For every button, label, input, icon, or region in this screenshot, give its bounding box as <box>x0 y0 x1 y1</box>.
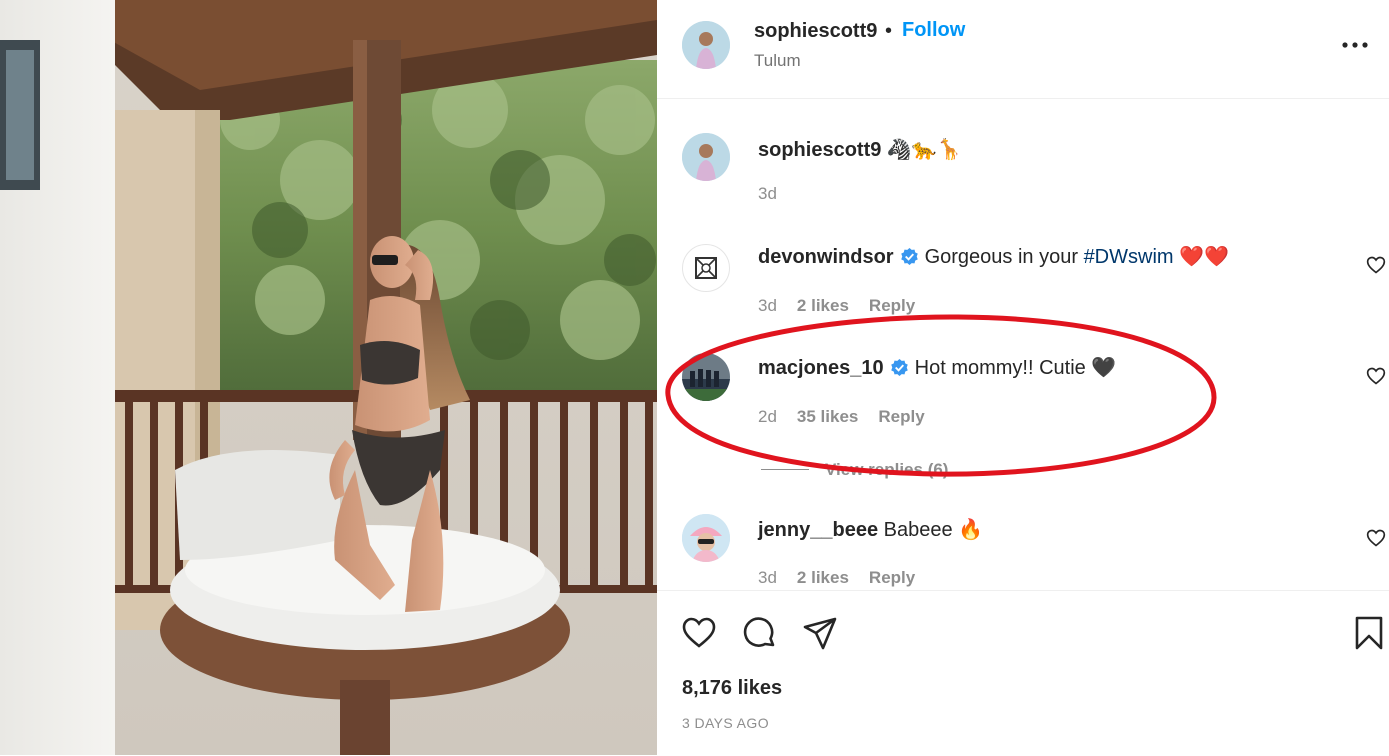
comment-likes[interactable]: 2 likes <box>797 296 849 315</box>
post-image <box>0 0 657 755</box>
post-header: sophiescott9 • Follow Tulum <box>657 0 1389 99</box>
comment-line: macjones_10 Hot mommy!! Cutie 🖤 <box>758 355 1116 380</box>
comment-username[interactable]: macjones_10 <box>758 357 884 379</box>
comment-text-part: ❤️❤️ <box>1173 246 1229 268</box>
reply-button[interactable]: Reply <box>878 407 924 426</box>
hashtag-link[interactable]: #DWswim <box>1084 246 1174 268</box>
caption-avatar[interactable] <box>682 133 730 181</box>
comment-icon[interactable] <box>742 615 778 651</box>
comments-list[interactable]: sophiescott9 🦓🐆🦒 3d devonwindsor Gorgeous… <box>657 99 1389 590</box>
comment-avatar[interactable] <box>682 514 730 562</box>
comment-time[interactable]: 2d <box>758 407 777 426</box>
comment-meta: 3d 2 likes Reply <box>758 568 915 588</box>
comment-avatar[interactable] <box>682 353 730 401</box>
author-username[interactable]: sophiescott9 <box>754 20 877 43</box>
bookmark-icon[interactable] <box>1351 615 1387 651</box>
reply-button[interactable]: Reply <box>869 568 915 587</box>
send-icon[interactable] <box>802 615 838 651</box>
likes-count[interactable]: 8,176 likes <box>682 677 782 700</box>
reply-button[interactable]: Reply <box>869 296 915 315</box>
view-replies-label: View replies (6) <box>825 460 949 479</box>
caption-line: sophiescott9 🦓🐆🦒 <box>758 137 962 162</box>
like-comment-heart-icon[interactable] <box>1366 366 1386 386</box>
caption-username[interactable]: sophiescott9 <box>758 139 881 161</box>
post-timestamp[interactable]: 3 DAYS AGO <box>682 715 769 731</box>
post-photo[interactable] <box>0 0 657 755</box>
comment-text-part: Gorgeous in your <box>924 246 1084 268</box>
comment-text: Hot mommy!! Cutie 🖤 <box>914 357 1117 379</box>
caption-text: 🦓🐆🦒 <box>886 139 962 161</box>
verified-badge-icon <box>900 247 918 266</box>
comment-text: Gorgeous in your #DWswim ❤️❤️ <box>925 246 1229 268</box>
comment-time[interactable]: 3d <box>758 568 777 587</box>
comment-meta: 2d 35 likes Reply <box>758 407 925 427</box>
comment-likes[interactable]: 2 likes <box>797 568 849 587</box>
replies-divider <box>761 469 809 470</box>
heart-icon[interactable] <box>681 615 717 651</box>
comment-line: jenny__beee Babeee 🔥 <box>758 517 983 542</box>
comment-username[interactable]: devonwindsor <box>758 246 894 268</box>
location-link[interactable]: Tulum <box>754 51 801 71</box>
follow-button[interactable]: Follow <box>902 19 965 42</box>
comment-line: devonwindsor Gorgeous in your #DWswim ❤️❤… <box>758 244 1229 269</box>
comment-time[interactable]: 3d <box>758 296 777 315</box>
view-replies-button[interactable]: View replies (6) <box>761 460 948 480</box>
more-horizontal-icon[interactable] <box>1341 36 1369 54</box>
comment-likes[interactable]: 35 likes <box>797 407 858 426</box>
caption-meta: 3d <box>758 184 777 204</box>
comment-text: Babeee 🔥 <box>883 519 984 541</box>
like-comment-heart-icon[interactable] <box>1366 255 1386 275</box>
comment-meta: 3d 2 likes Reply <box>758 296 915 316</box>
caption-time[interactable]: 3d <box>758 184 777 203</box>
post-details-panel: sophiescott9 • Follow Tulum sophiescott9… <box>657 0 1389 755</box>
comment-avatar[interactable] <box>682 244 730 292</box>
post-actions: 8,176 likes 3 DAYS AGO <box>657 590 1389 756</box>
verified-badge-icon <box>890 358 908 377</box>
author-avatar[interactable] <box>682 21 730 69</box>
like-comment-heart-icon[interactable] <box>1366 528 1386 548</box>
separator-dot: • <box>885 20 893 42</box>
comment-username[interactable]: jenny__beee <box>758 519 878 541</box>
